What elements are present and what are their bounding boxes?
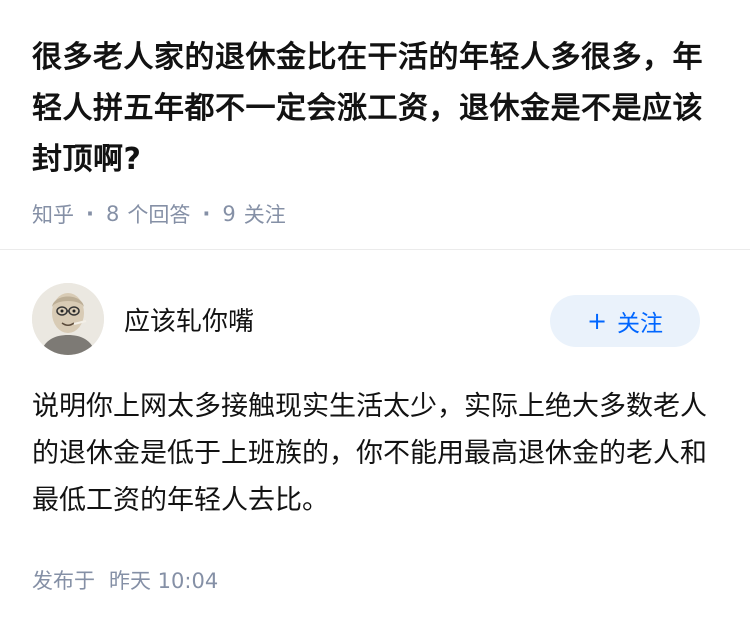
answers-count: 8 bbox=[105, 202, 120, 226]
answer-footer: 发布于 昨天 10:04 bbox=[32, 565, 218, 595]
question-meta: 知乎 · 8 个回答 · 9 关注 bbox=[32, 199, 722, 229]
answer-content[interactable]: 说明你上网太多接触现实生活太少，实际上绝大多数老人的退休金是低于上班族的，你不能… bbox=[32, 383, 712, 524]
follow-label: 关注 bbox=[617, 311, 664, 337]
published-time: 昨天 10:04 bbox=[109, 569, 219, 593]
source-label[interactable]: 知乎 bbox=[32, 199, 74, 229]
published-label: 发布于 bbox=[32, 569, 95, 593]
answer-author-row: 应该轧你嘴 + 关注 bbox=[32, 283, 700, 355]
section-divider bbox=[0, 249, 750, 250]
avatar[interactable] bbox=[32, 283, 104, 355]
avatar-cartoon-old-man-icon bbox=[32, 283, 104, 355]
author-name[interactable]: 应该轧你嘴 bbox=[124, 301, 254, 338]
question-header: 很多老人家的退休金比在干活的年轻人多很多，年轻人拼五年都不一定会涨工资，退休金是… bbox=[32, 32, 722, 229]
meta-separator: · bbox=[86, 202, 94, 226]
meta-separator: · bbox=[202, 202, 211, 226]
plus-icon: + bbox=[586, 307, 608, 335]
question-title[interactable]: 很多老人家的退休金比在干活的年轻人多很多，年轻人拼五年都不一定会涨工资，退休金是… bbox=[32, 32, 722, 185]
follow-button[interactable]: + 关注 bbox=[550, 295, 700, 347]
followers-count: 9 bbox=[222, 202, 236, 226]
followers-label[interactable]: 关注 bbox=[244, 199, 286, 229]
answers-label[interactable]: 个回答 bbox=[127, 199, 190, 229]
